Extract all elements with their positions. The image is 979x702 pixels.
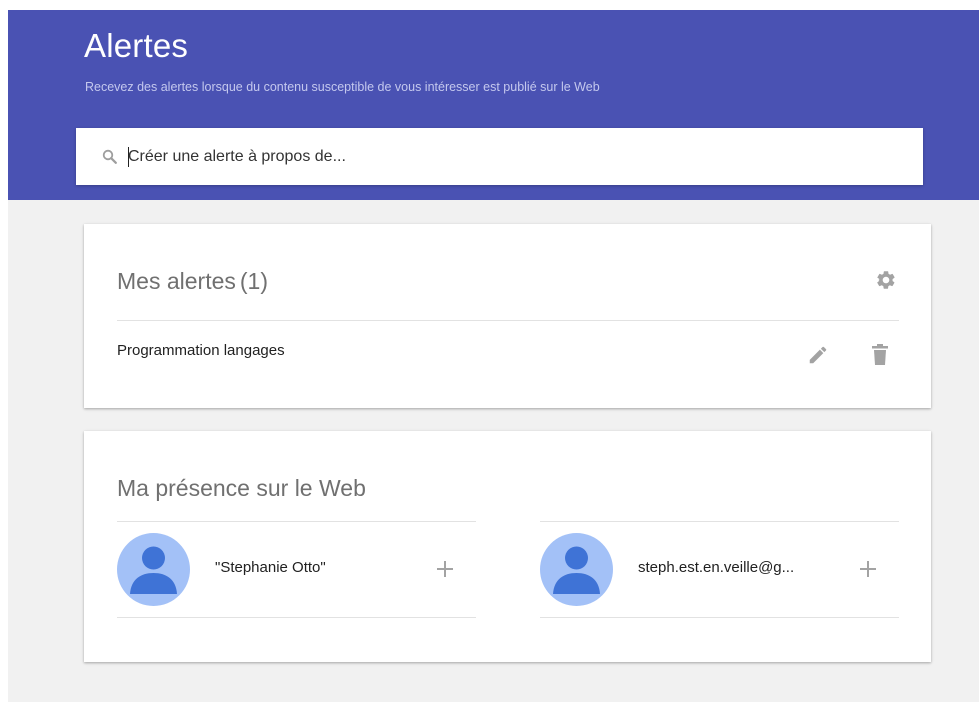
web-presence-card: Ma présence sur le Web "Stephanie Otto" [84, 431, 931, 662]
trash-icon[interactable] [871, 344, 889, 366]
page-title: Alertes [84, 27, 189, 64]
web-presence-item[interactable]: "Stephanie Otto" [117, 521, 476, 618]
alert-item[interactable]: Programmation langages [117, 328, 899, 384]
web-presence-label: "Stephanie Otto" [215, 559, 326, 576]
person-avatar-icon [117, 533, 190, 606]
web-presence-title: Ma présence sur le Web [117, 475, 366, 501]
divider [540, 521, 899, 522]
plus-icon[interactable] [435, 559, 455, 579]
text-caret [128, 147, 129, 167]
my-alerts-count: (1) [239, 268, 268, 294]
pencil-icon[interactable] [807, 344, 829, 366]
divider [117, 617, 476, 618]
divider [117, 521, 476, 522]
search-input[interactable] [128, 141, 888, 173]
search-icon [102, 149, 117, 164]
divider [540, 617, 899, 618]
web-presence-label: steph.est.en.veille@g... [638, 559, 795, 576]
my-alerts-title-text: Mes alertes [117, 268, 236, 294]
page-subtitle: Recevez des alertes lorsque du contenu s… [85, 80, 600, 94]
my-alerts-card: Mes alertes (1) Programmation langages [84, 224, 931, 408]
divider [117, 320, 899, 321]
web-presence-item[interactable]: steph.est.en.veille@g... [540, 521, 899, 618]
gear-icon[interactable] [875, 269, 897, 291]
my-alerts-title: Mes alertes (1) [117, 266, 268, 296]
plus-icon[interactable] [858, 559, 878, 579]
search-bar[interactable] [76, 128, 923, 185]
alert-item-label[interactable]: Programmation langages [117, 342, 285, 359]
person-avatar-icon [540, 533, 613, 606]
